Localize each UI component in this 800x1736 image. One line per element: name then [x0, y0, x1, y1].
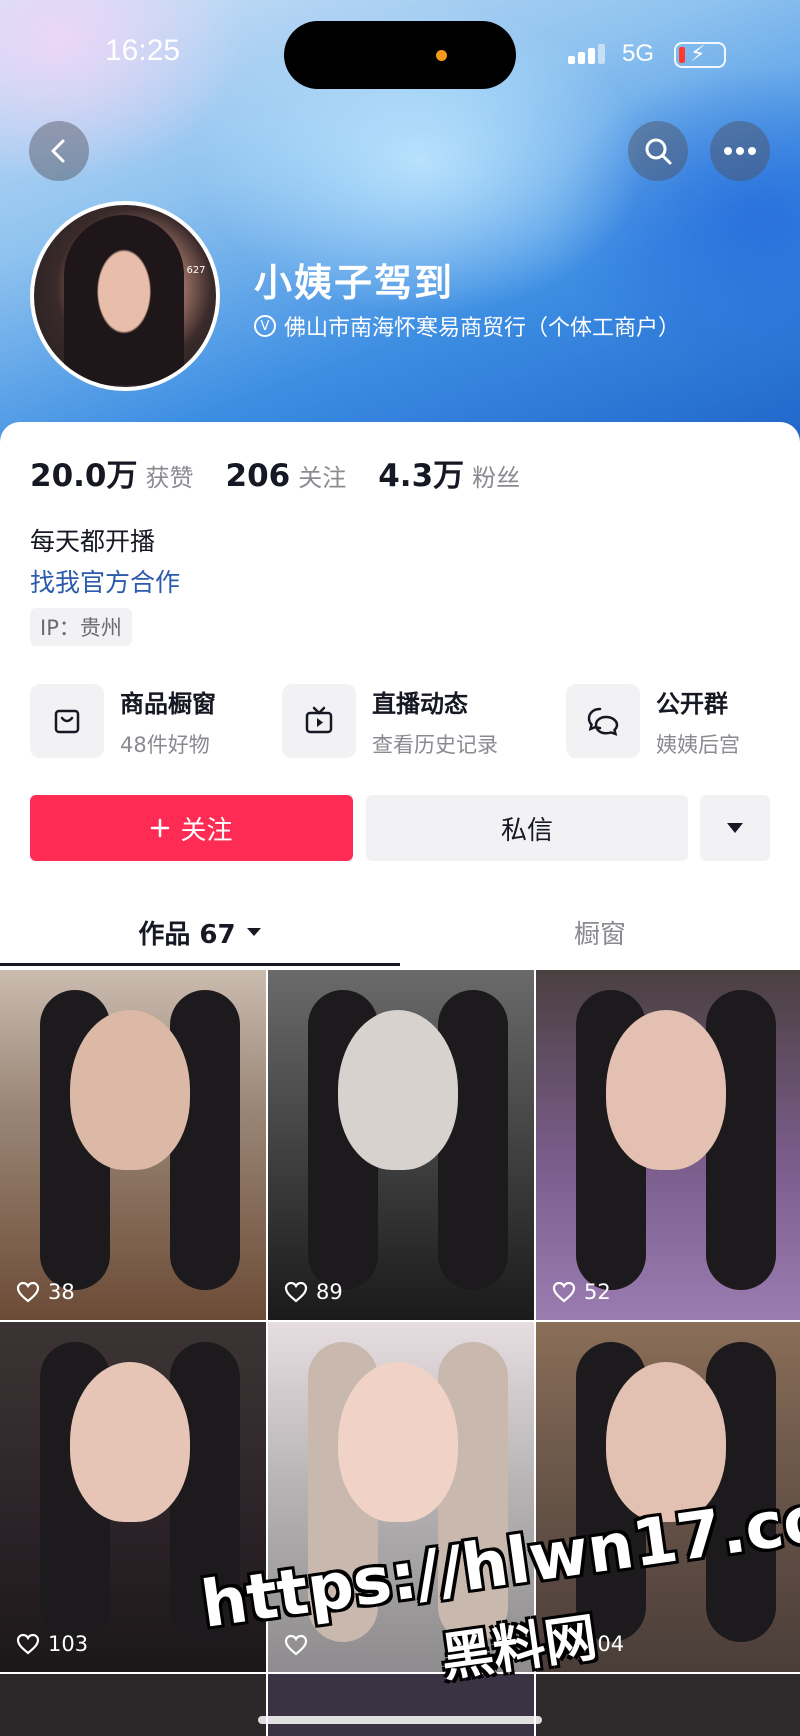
like-count: 38 [48, 1280, 75, 1304]
tv-icon [282, 684, 356, 758]
like-count: 103 [48, 1632, 89, 1656]
plus-icon [151, 818, 170, 838]
avatar-like-count: 627 [186, 265, 206, 276]
signal-icon [568, 44, 608, 64]
stat-followers[interactable]: 4.3万 粉丝 [378, 450, 520, 495]
video-likes: 89 [284, 1280, 343, 1304]
stats-row: 20.0万 获赞 206 关注 4.3万 粉丝 [30, 450, 552, 495]
dynamic-island [284, 21, 516, 89]
caret-down-icon [246, 928, 261, 936]
stat-value: 20.0万 [30, 458, 138, 494]
follow-label: 关注 [180, 815, 233, 846]
like-count: 52 [584, 1280, 611, 1304]
verification-line[interactable]: V 佛山市南海怀寒易商贸行（个体工商户） [254, 310, 680, 342]
heart-icon [284, 1281, 308, 1303]
caret-down-icon [727, 823, 743, 833]
video-thumbnail[interactable] [536, 1674, 800, 1736]
status-bar: 16:25 5G ⚡ [0, 21, 800, 89]
verification-text: 佛山市南海怀寒易商贸行（个体工商户） [284, 316, 681, 341]
bio-text: 每天都开播 [30, 527, 156, 556]
feature-subtitle: 查看历史记录 [372, 732, 498, 757]
tab-works-label: 作品 67 [138, 919, 236, 950]
message-button[interactable]: 私信 [366, 795, 688, 861]
bag-icon [30, 684, 104, 758]
chevron-left-icon [51, 139, 65, 163]
tab-works[interactable]: 作品 67 [0, 900, 400, 964]
verified-icon: V [254, 315, 276, 337]
video-likes: 52 [552, 1280, 611, 1304]
message-label: 私信 [500, 815, 553, 846]
content-tabs: 作品 67 橱窗 [0, 900, 800, 970]
stat-value: 206 [225, 458, 291, 494]
feature-title: 公开群 [656, 689, 728, 718]
tab-showcase[interactable]: 橱窗 [400, 900, 800, 964]
home-indicator[interactable] [258, 1716, 542, 1724]
stat-label: 关注 [298, 464, 347, 492]
search-button[interactable] [628, 121, 688, 181]
recording-dot [436, 50, 447, 61]
stat-label: 粉丝 [472, 464, 521, 492]
avatar[interactable]: 627 [30, 201, 220, 391]
video-thumbnail[interactable]: 89 [268, 970, 534, 1320]
feature-showcase[interactable]: 商品橱窗 48件好物 [30, 683, 216, 759]
video-thumbnail[interactable]: 52 [536, 970, 800, 1320]
more-actions-dropdown[interactable] [700, 795, 770, 861]
feature-public-group[interactable]: 公开群 姨姨后宫 [566, 683, 740, 759]
heart-icon [16, 1281, 40, 1303]
network-type: 5G [622, 40, 655, 67]
stat-following[interactable]: 206 关注 [226, 458, 347, 494]
stat-value: 4.3万 [378, 458, 465, 494]
business-contact-link[interactable]: 找我官方合作 [30, 563, 180, 599]
more-dots-icon [724, 147, 756, 155]
stat-likes[interactable]: 20.0万 获赞 [30, 450, 194, 495]
feature-title: 商品橱窗 [120, 689, 216, 718]
feature-title: 直播动态 [372, 689, 468, 718]
search-icon [645, 138, 672, 165]
tab-showcase-label: 橱窗 [573, 919, 626, 950]
profile-name: 小姨子驾到 [254, 261, 455, 305]
avatar-photo [64, 215, 184, 385]
video-thumbnail[interactable]: 38 [0, 970, 266, 1320]
like-count: 89 [316, 1280, 343, 1304]
status-time: 16:25 [105, 34, 181, 67]
video-likes: 103 [16, 1632, 88, 1656]
ip-location-tag: IP：贵州 [30, 608, 132, 646]
stat-label: 获赞 [145, 464, 194, 492]
heart-icon [552, 1281, 576, 1303]
follow-button[interactable]: 关注 [30, 795, 353, 861]
back-button[interactable] [29, 121, 89, 181]
feature-live-history[interactable]: 直播动态查看历史记录 [282, 683, 498, 759]
battery-icon: ⚡ [674, 42, 726, 68]
chat-bubbles-icon [566, 684, 640, 758]
more-button[interactable] [710, 121, 770, 181]
feature-subtitle: 48件好物 [120, 732, 210, 757]
active-tab-indicator [0, 963, 400, 966]
feature-subtitle: 姨姨后宫 [656, 732, 740, 757]
heart-icon [16, 1633, 40, 1655]
feature-entries: 商品橱窗 48件好物 直播动态查看历史记录 公开群姨姨后宫 [30, 683, 770, 759]
video-likes: 38 [16, 1280, 75, 1304]
